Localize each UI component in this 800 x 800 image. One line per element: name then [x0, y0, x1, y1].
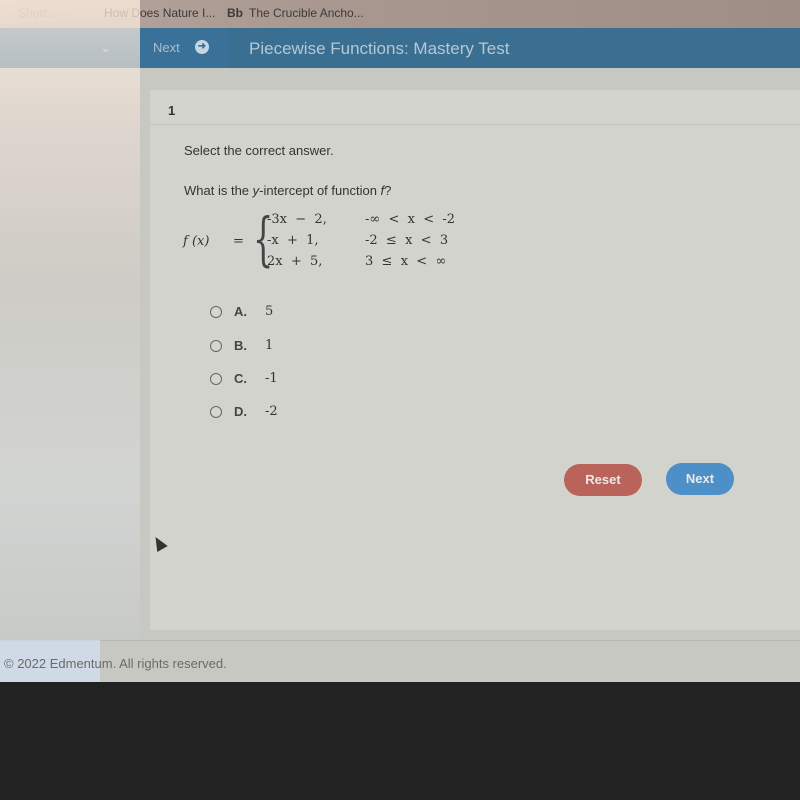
bookmark-item[interactable]: Bb The Crucible Ancho... [227, 6, 364, 20]
choice-letter: A. [234, 304, 247, 319]
piece-expression: 2x + 5, [267, 254, 323, 269]
bookmarks-bar: Short... How Does Nature I... Bb The Cruc… [0, 0, 800, 28]
prompt-text: What is the [184, 183, 253, 198]
bookmark-item[interactable]: How Does Nature I... [104, 6, 215, 20]
prompt-text: ? [384, 183, 392, 198]
piece-condition: 3 ≤ x < ∞ [365, 254, 447, 269]
choice-c[interactable]: C. -1 [210, 371, 330, 391]
bookmark-item[interactable]: Short... [18, 6, 57, 20]
arrow-right-circle-icon[interactable]: ➜ [195, 40, 209, 54]
test-toolbar: ⌄ Next ➜ Piecewise Functions: Mastery Te… [0, 28, 800, 68]
screen: Short... How Does Nature I... Bb The Cruc… [0, 0, 800, 690]
equals-sign: = [233, 234, 244, 249]
choice-value: -1 [265, 371, 278, 386]
instruction-text: Select the correct answer. [184, 143, 334, 158]
radio-button[interactable] [210, 340, 222, 352]
radio-button[interactable] [210, 306, 222, 318]
choice-a[interactable]: A. 5 [210, 304, 330, 324]
prompt-text: -intercept of function [259, 183, 381, 198]
function-lhs: f (x) [183, 234, 210, 249]
nav-next-label[interactable]: Next [153, 40, 180, 55]
radio-button[interactable] [210, 406, 222, 418]
piece-condition: -2 ≤ x < 3 [365, 233, 449, 248]
choice-letter: D. [234, 404, 247, 419]
choice-value: 5 [265, 304, 274, 319]
choice-d[interactable]: D. -2 [210, 404, 330, 424]
question-dropdown[interactable]: ⌄ [0, 28, 140, 68]
reset-button[interactable]: Reset [564, 464, 642, 496]
piecewise-function: f (x) = { -3x − 2, -∞ < x < -2 -x + 1, -… [183, 210, 483, 276]
piece-expression: -x + 1, [267, 233, 319, 248]
choice-letter: C. [234, 371, 247, 386]
bookmark-label: The Crucible Ancho... [249, 6, 364, 20]
piece-expression: -3x − 2, [267, 212, 327, 227]
screen-glare [0, 0, 140, 640]
question-number: 1 [168, 103, 176, 118]
next-button[interactable]: Next [666, 463, 734, 495]
piece-condition: -∞ < x < -2 [365, 212, 456, 227]
radio-button[interactable] [210, 373, 222, 385]
choice-value: -2 [265, 404, 278, 419]
chevron-down-icon: ⌄ [100, 39, 112, 55]
choice-letter: B. [234, 338, 247, 353]
copyright-text: © 2022 Edmentum. All rights reserved. [4, 656, 227, 671]
footer-divider [0, 640, 800, 641]
question-header: 1 [150, 90, 800, 125]
choice-b[interactable]: B. 1 [210, 338, 330, 358]
question-prompt: What is the y-intercept of function f? [184, 183, 391, 198]
question-panel: 1 Select the correct answer. What is the… [150, 90, 800, 630]
choice-value: 1 [265, 338, 274, 353]
blackboard-icon: Bb [227, 6, 243, 20]
monitor-bezel [0, 682, 800, 800]
page-title: Piecewise Functions: Mastery Test [249, 39, 510, 58]
